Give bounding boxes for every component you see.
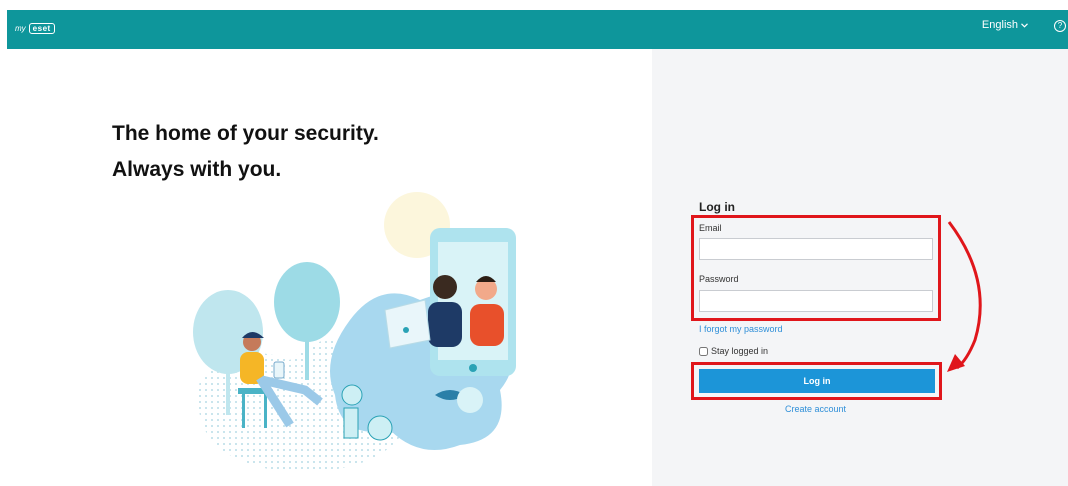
login-button-highlight-box [691, 362, 942, 400]
annotation-arrow-icon [947, 221, 982, 372]
logo-brand: eset [28, 23, 55, 34]
language-label: English [981, 19, 1018, 31]
language-selector[interactable]: English [982, 19, 1028, 31]
logo-prefix: my [15, 24, 26, 33]
forgot-password-link[interactable]: I forgot my password [699, 324, 783, 334]
help-icon[interactable]: ? [1054, 20, 1066, 32]
security-illustration [193, 192, 516, 473]
stay-logged-in-option: Stay logged in [699, 346, 768, 356]
top-navigation-bar: my eset English ? [7, 10, 1068, 49]
chevron-down-icon [1021, 19, 1028, 31]
hero-line-2: Always with you. [112, 158, 282, 181]
login-title: Log in [699, 200, 735, 214]
stay-logged-in-label: Stay logged in [711, 346, 769, 356]
hero-line-1: The home of your security. [112, 122, 379, 145]
create-account-link[interactable]: Create account [785, 404, 846, 414]
stay-logged-in-checkbox[interactable] [699, 346, 708, 356]
my-eset-logo[interactable]: my eset [15, 23, 55, 34]
hero-headline: The home of your security. Always with y… [112, 116, 379, 188]
credentials-highlight-box [691, 215, 941, 321]
